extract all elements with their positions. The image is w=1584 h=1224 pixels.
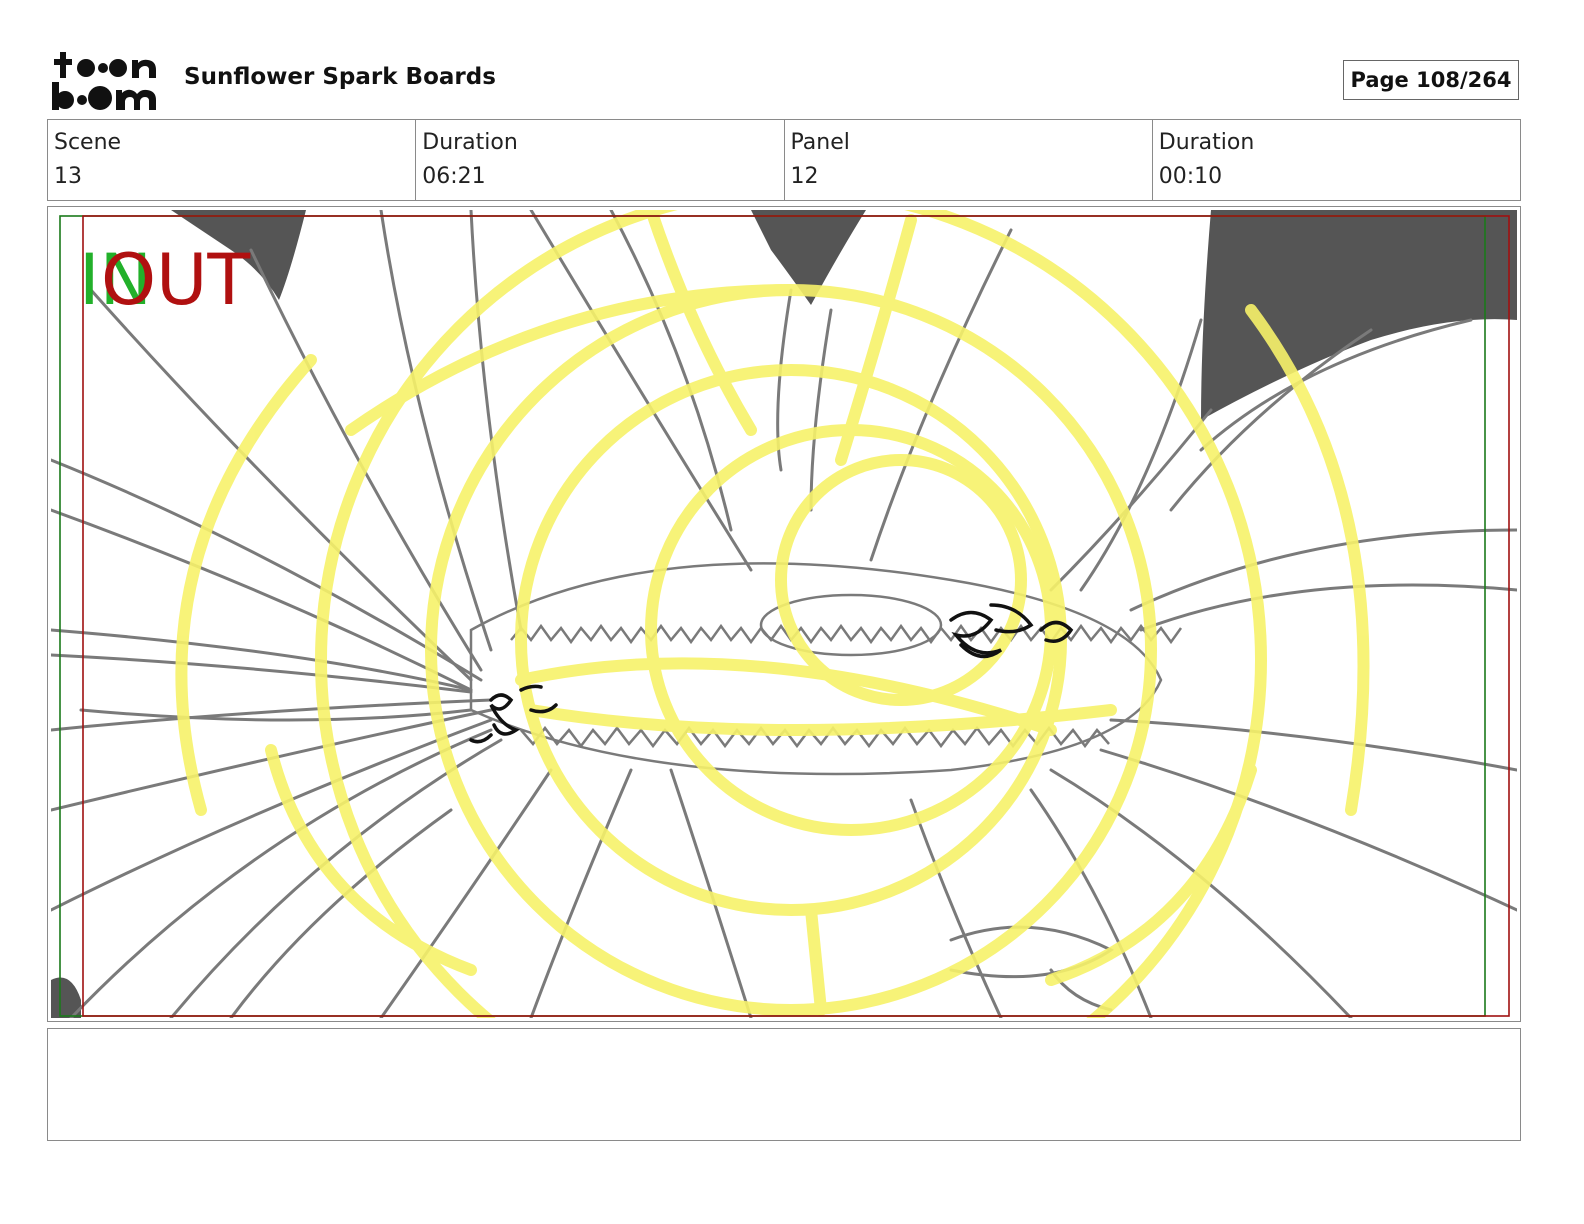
scene-duration-value: 06:21	[422, 164, 486, 189]
scene-duration-label: Duration	[422, 130, 518, 155]
scene-value: 13	[54, 164, 82, 189]
project-title: Sunflower Spark Boards	[184, 64, 496, 90]
sunflower-sketch	[51, 210, 1517, 1018]
toon-boom-logo: toon	[52, 52, 156, 110]
panel-notes-box[interactable]	[47, 1028, 1521, 1141]
panel-drawing: IN OUT	[51, 210, 1517, 1018]
panel-label: Panel	[790, 130, 850, 155]
page-indicator: Page 108/264	[1343, 60, 1519, 100]
scene-duration-cell: Duration 06:21	[416, 120, 785, 200]
panel-cell: Panel 12	[785, 120, 1153, 200]
panel-info-table: Scene 13 Duration 06:21 Panel 12 Duratio…	[47, 119, 1521, 201]
panel-duration-cell: Duration 00:10	[1153, 120, 1520, 200]
out-marker-label: OUT	[101, 239, 251, 321]
panel-value: 12	[790, 164, 819, 189]
panel-duration-value: 00:10	[1158, 164, 1223, 189]
panel-duration-label: Duration	[1158, 130, 1255, 155]
scene-cell: Scene 13	[48, 120, 417, 200]
scene-label: Scene	[54, 130, 122, 155]
storyboard-panel: IN OUT	[47, 206, 1521, 1022]
